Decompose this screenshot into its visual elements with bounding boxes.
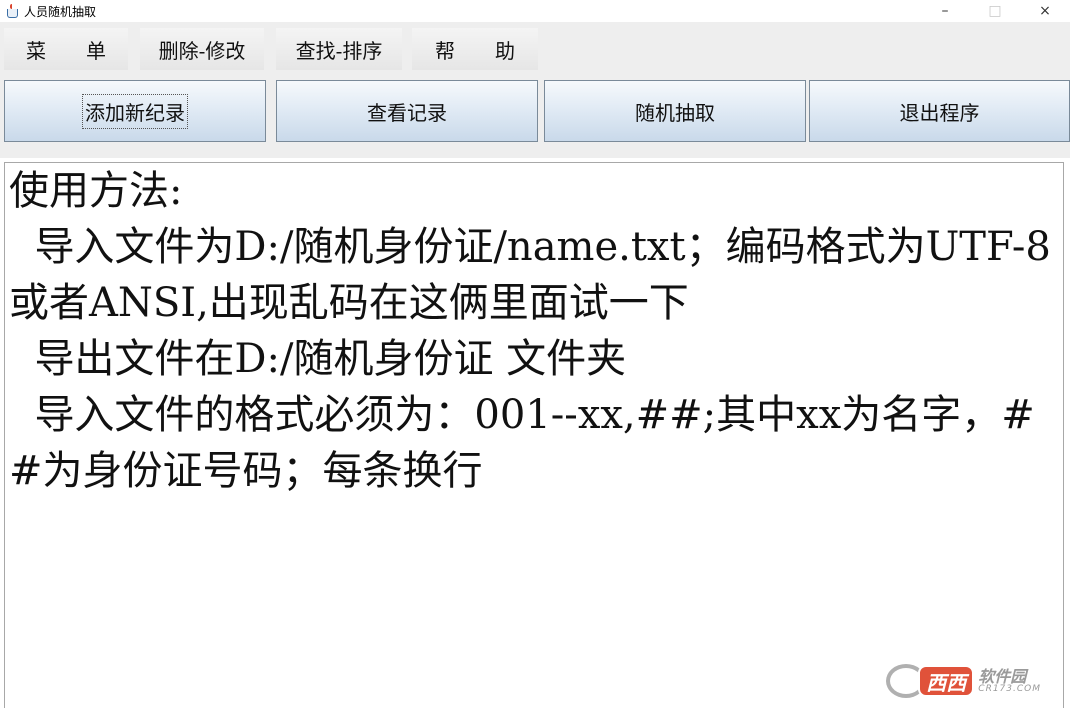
- exit-program-label: 退出程序: [899, 100, 980, 125]
- minimize-button[interactable]: –: [920, 0, 970, 22]
- random-draw-button[interactable]: 随机抽取: [544, 80, 806, 142]
- menu-main[interactable]: 菜 单: [4, 28, 128, 70]
- window-title: 人员随机抽取: [24, 4, 97, 19]
- close-button[interactable]: ×: [1020, 0, 1070, 22]
- instructions-text-area[interactable]: 使用方法: 导入文件为D:/随机身份证/name.txt；编码格式为UTF-8或…: [4, 162, 1064, 708]
- menu-delete-edit[interactable]: 删除-修改: [140, 28, 264, 70]
- window-controls: – □ ×: [920, 0, 1070, 22]
- add-record-label: 添加新纪录: [82, 93, 188, 129]
- exit-program-button[interactable]: 退出程序: [809, 80, 1070, 142]
- menu-search-sort[interactable]: 查找-排序: [276, 28, 402, 70]
- menu-bar: 菜 单 删除-修改 查找-排序 帮 助: [0, 22, 1070, 74]
- instructions-text: 使用方法: 导入文件为D:/随机身份证/name.txt；编码格式为UTF-8或…: [9, 168, 1051, 494]
- title-bar: 人员随机抽取 – □ ×: [0, 0, 1070, 22]
- watermark-cn: 软件园: [978, 666, 1027, 686]
- maximize-button[interactable]: □: [970, 0, 1020, 22]
- watermark-badge: 西西: [918, 665, 975, 697]
- site-watermark: 西西 软件园 CR173.COM: [886, 664, 1041, 698]
- java-coffee-cup-icon: [4, 3, 20, 19]
- toolbar: 添加新纪录 查看记录 随机抽取 退出程序: [0, 74, 1070, 158]
- view-records-button[interactable]: 查看记录: [276, 80, 538, 142]
- add-record-button[interactable]: 添加新纪录: [4, 80, 266, 142]
- random-draw-label: 随机抽取: [635, 100, 715, 125]
- view-records-label: 查看记录: [367, 100, 447, 125]
- menu-help[interactable]: 帮 助: [412, 28, 538, 70]
- watermark-text: 软件园 CR173.COM: [978, 666, 1041, 694]
- watermark-en: CR173.COM: [978, 683, 1041, 694]
